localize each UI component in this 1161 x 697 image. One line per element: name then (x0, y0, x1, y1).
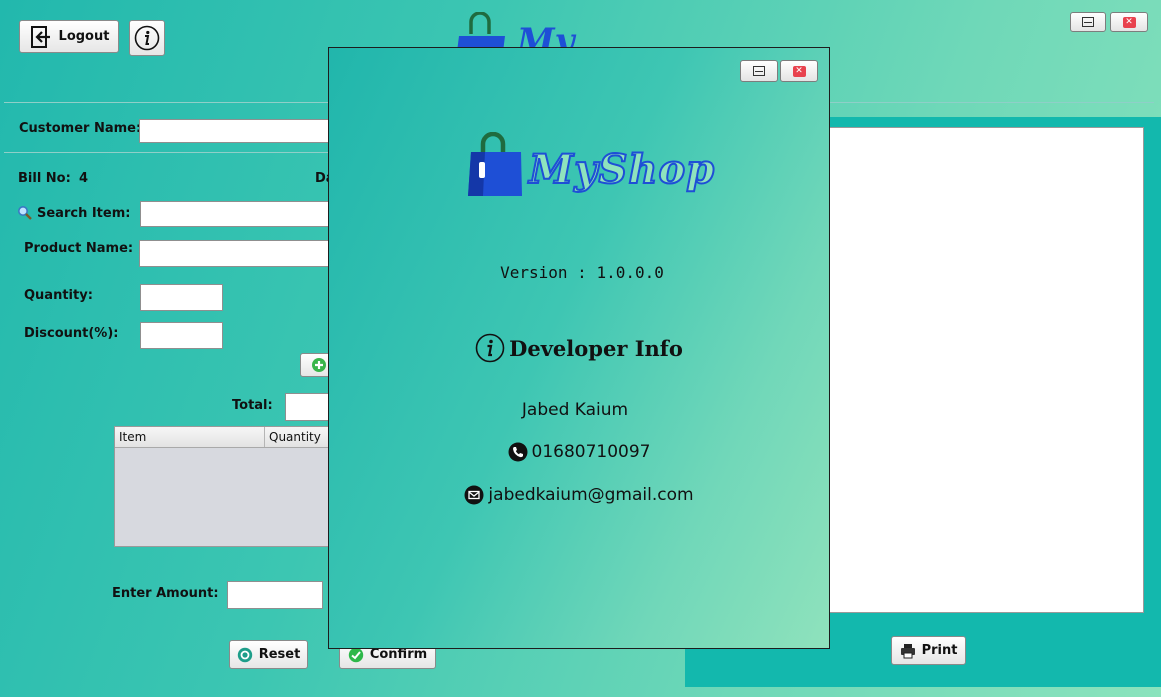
svg-text:My: My (516, 21, 577, 48)
reset-icon (237, 647, 252, 662)
minimize-icon (1082, 17, 1094, 27)
phone-icon (508, 442, 527, 462)
bill-no-value: 4 (79, 171, 89, 186)
logout-icon (30, 25, 50, 48)
logout-label: Logout (58, 29, 110, 44)
email-address: jabedkaium@gmail.com (488, 485, 694, 505)
developer-info-title: Developer Info (509, 335, 683, 361)
receipt-area[interactable] (822, 127, 1144, 613)
customer-name-input[interactable] (139, 119, 339, 143)
version-text: Version : 1.0.0.0 (500, 263, 664, 282)
info-button[interactable] (129, 20, 165, 56)
developer-info-heading: Developer Info (329, 333, 829, 363)
search-icon (18, 206, 32, 220)
reset-label: Reset (258, 647, 301, 662)
discount-label: Discount(%): (24, 326, 119, 341)
table-header: Item Quantity (115, 427, 343, 448)
printer-icon (900, 643, 915, 658)
product-name-label: Product Name: (24, 241, 134, 256)
confirm-label: Confirm (369, 647, 428, 662)
search-item-label: Search Item: (37, 206, 131, 221)
developer-name: Jabed Kaium (521, 400, 629, 420)
items-table[interactable]: Item Quantity (114, 426, 344, 547)
phone-row: 01680710097 (329, 442, 829, 462)
app-logo-background: My (457, 12, 577, 48)
print-label: Print (921, 643, 958, 658)
info-icon (134, 25, 160, 51)
close-icon: ✕ (1122, 16, 1136, 28)
print-button[interactable]: Print (891, 636, 966, 665)
phone-number: 01680710097 (531, 442, 651, 462)
email-row: jabedkaium@gmail.com (329, 485, 829, 505)
enter-amount-input[interactable] (227, 581, 323, 609)
add-icon (312, 358, 326, 372)
reset-button[interactable]: Reset (229, 640, 308, 669)
search-item-input[interactable] (140, 201, 340, 227)
discount-input[interactable] (140, 322, 223, 349)
customer-name-label: Customer Name: (19, 121, 142, 136)
logout-button[interactable]: Logout (19, 20, 119, 53)
info-icon (475, 333, 505, 363)
column-header-item[interactable]: Item (115, 427, 265, 447)
app-logo: MyShop (467, 132, 715, 212)
close-icon: ✕ (792, 65, 806, 77)
email-icon (464, 485, 484, 505)
app-logo-text: MyShop (528, 145, 716, 194)
dialog-close-button[interactable]: ✕ (780, 60, 818, 82)
quantity-label: Quantity: (24, 288, 93, 303)
about-dialog: ✕ MyShop Version : 1.0.0.0 Developer Inf… (328, 47, 830, 649)
close-button[interactable]: ✕ (1110, 12, 1148, 32)
minimize-button[interactable] (1070, 12, 1106, 32)
enter-amount-label: Enter Amount: (112, 586, 219, 601)
bill-no-label: Bill No: (18, 171, 71, 186)
divider (4, 152, 334, 153)
dialog-minimize-button[interactable] (740, 60, 778, 82)
total-label: Total: (232, 398, 273, 413)
product-name-input[interactable] (139, 240, 339, 267)
minimize-icon (753, 66, 765, 76)
shopping-bag-icon (468, 132, 522, 196)
quantity-input[interactable] (140, 284, 223, 311)
